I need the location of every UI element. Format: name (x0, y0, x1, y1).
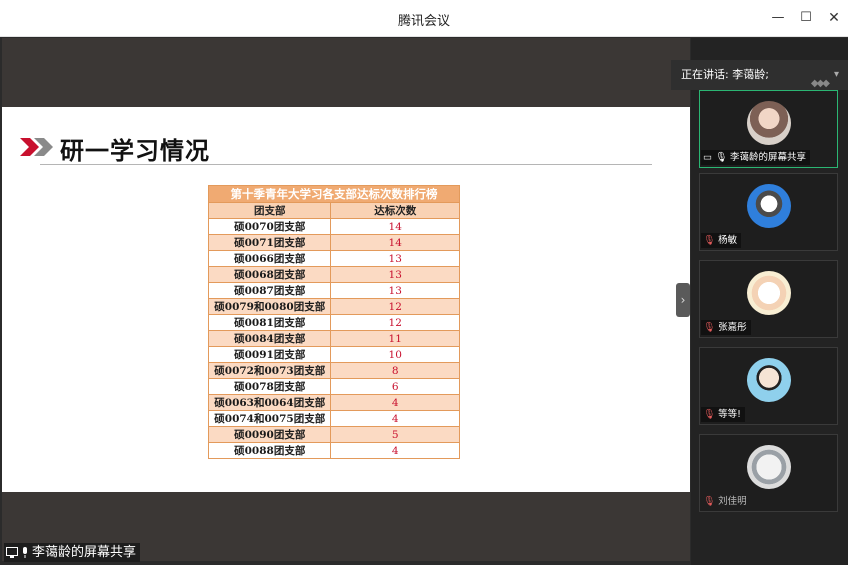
participant-tile[interactable]: 🎙 刘佳明 (699, 434, 838, 512)
speaking-text: 正在讲话: 李蔼龄; (681, 68, 769, 81)
participant-tile[interactable]: ▭ 🎙 李蔼龄的屏幕共享 (699, 90, 838, 168)
header-count: 达标次数 (330, 202, 460, 219)
table-caption: 第十季青年大学习各支部达标次数排行榜 (208, 185, 460, 203)
microphone-muted-icon: 🎙 (703, 235, 716, 246)
count-cell: 13 (330, 266, 460, 283)
participant-tile[interactable]: 🎙 张嘉彤 (699, 260, 838, 338)
branch-cell: 硕0091团支部 (207, 346, 332, 363)
participant-tile[interactable]: 🎙 杨敏 (699, 173, 838, 251)
participant-name-label: ▭ 🎙 李蔼龄的屏幕共享 (701, 150, 811, 165)
anime-character-avatar (747, 184, 791, 228)
microphone-muted-icon: 🎙 (703, 409, 716, 420)
count-cell: 13 (330, 282, 460, 299)
microphone-muted-icon: 🎙 (703, 496, 716, 507)
table-row: 硕0081团支部 12 (207, 314, 460, 331)
count-cell: 8 (330, 362, 460, 379)
cartoon-cat-avatar (747, 271, 791, 315)
minimize-icon[interactable]: — (768, 8, 788, 28)
branch-cell: 硕0072和0073团支部 (207, 362, 332, 379)
screen-share-label: 李蔼龄的屏幕共享 (4, 543, 141, 562)
branch-cell: 硕0063和0064团支部 (207, 394, 332, 411)
crayon-shin-chan-avatar (747, 358, 791, 402)
table-row: 硕0072和0073团支部 8 (207, 362, 460, 379)
table-row: 硕0088团支部 4 (207, 442, 460, 459)
ranking-table: 第十季青年大学习各支部达标次数排行榜 团支部 达标次数 硕0070团支部 14 硕… (207, 185, 460, 459)
branch-cell: 硕0074和0075团支部 (207, 410, 332, 427)
count-cell: 14 (330, 234, 460, 251)
table-row: 硕0084团支部 11 (207, 330, 460, 347)
count-cell: 13 (330, 250, 460, 267)
table-row: 硕0070团支部 14 (207, 218, 460, 235)
microphone-icon (23, 546, 27, 558)
screen-share-view[interactable]: 研一学习情况 第十季青年大学习各支部达标次数排行榜 团支部 达标次数 硕0070… (2, 38, 690, 562)
count-cell: 5 (330, 426, 460, 443)
branch-cell: 硕0068团支部 (207, 266, 332, 283)
table-row: 硕0063和0064团支部 4 (207, 394, 460, 411)
speaking-indicator: 正在讲话: 李蔼龄; ◆◆◆ ▾ (671, 60, 848, 90)
branch-cell: 硕0087团支部 (207, 282, 332, 299)
double-chevron-icon (20, 138, 53, 156)
screen-share-icon (6, 547, 18, 558)
table-row: 硕0087团支部 13 (207, 282, 460, 299)
branch-cell: 硕0070团支部 (207, 218, 332, 235)
participant-name-label: 🎙 等等! (701, 407, 745, 422)
branch-cell: 硕0079和0080团支部 (207, 298, 332, 315)
branch-cell: 硕0081团支部 (207, 314, 332, 331)
participant-tile[interactable]: 🎙 等等! (699, 347, 838, 425)
bird-avatar (747, 445, 791, 489)
microphone-muted-icon: 🎙 (703, 322, 716, 333)
participant-name: 张嘉彤 (718, 322, 747, 333)
branch-cell: 硕0084团支部 (207, 330, 332, 347)
count-cell: 10 (330, 346, 460, 363)
table-row: 硕0066团支部 13 (207, 250, 460, 267)
count-cell: 12 (330, 298, 460, 315)
microphone-icon: 🎙 (714, 152, 728, 163)
screen-share-owner: 李蔼龄的屏幕共享 (32, 545, 137, 560)
participant-name-label: 🎙 杨敏 (701, 233, 742, 248)
table-row: 硕0078团支部 6 (207, 378, 460, 395)
chevron-down-icon[interactable]: ▾ (834, 60, 846, 90)
branch-cell: 硕0088团支部 (207, 442, 332, 459)
close-icon[interactable]: ✕ (824, 8, 844, 28)
participant-name-label: 🎙 刘佳明 (701, 494, 751, 509)
count-cell: 4 (330, 410, 460, 427)
branch-cell: 硕0090团支部 (207, 426, 332, 443)
maximize-icon[interactable]: ☐ (796, 8, 816, 28)
count-cell: 4 (330, 442, 460, 459)
window-title: 腾讯会议 (397, 14, 450, 29)
count-cell: 11 (330, 330, 460, 347)
table-row: 硕0090团支部 5 (207, 426, 460, 443)
branch-cell: 硕0078团支部 (207, 378, 332, 395)
branch-cell: 硕0066团支部 (207, 250, 332, 267)
woman-with-glasses-avatar (747, 101, 791, 145)
participant-name-label: 🎙 张嘉彤 (701, 320, 751, 335)
table-row: 硕0071团支部 14 (207, 234, 460, 251)
header-branch: 团支部 (207, 202, 332, 219)
participant-name: 刘佳明 (718, 496, 747, 507)
table-row: 硕0091团支部 10 (207, 346, 460, 363)
slide-title: 研一学习情况 (60, 137, 210, 165)
count-cell: 6 (330, 378, 460, 395)
participant-name: 杨敏 (718, 235, 738, 246)
title-bar: 腾讯会议 — ☐ ✕ (0, 0, 848, 37)
count-cell: 14 (330, 218, 460, 235)
screen-share-icon: ▭ (703, 152, 712, 163)
collapse-panel-button[interactable]: › (676, 283, 690, 317)
participant-name: 李蔼龄的屏幕共享 (730, 152, 807, 163)
table-row: 硕0074和0075团支部 4 (207, 410, 460, 427)
participant-name: 等等! (718, 409, 741, 420)
count-cell: 12 (330, 314, 460, 331)
table-row: 硕0079和0080团支部 12 (207, 298, 460, 315)
presentation-slide: 研一学习情况 第十季青年大学习各支部达标次数排行榜 团支部 达标次数 硕0070… (2, 107, 690, 492)
count-cell: 4 (330, 394, 460, 411)
table-row: 硕0068团支部 13 (207, 266, 460, 283)
branch-cell: 硕0071团支部 (207, 234, 332, 251)
title-divider (40, 164, 652, 165)
